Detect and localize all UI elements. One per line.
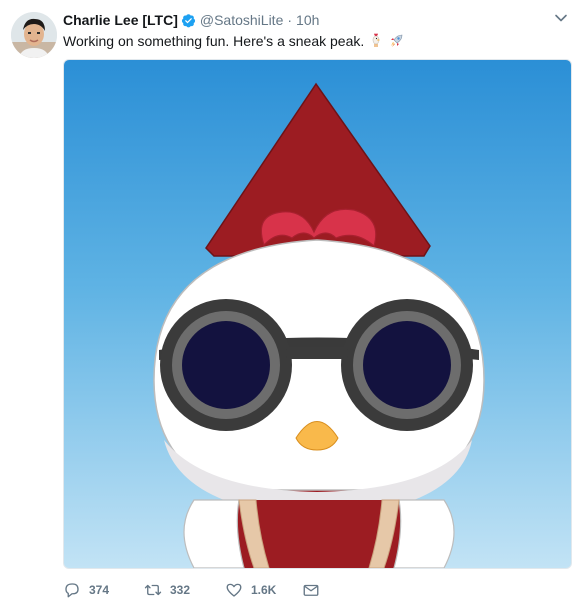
like-button[interactable]: 1.6K bbox=[225, 581, 276, 599]
chevron-down-icon[interactable] bbox=[554, 11, 568, 25]
retweet-button[interactable]: 332 bbox=[144, 581, 190, 599]
tweet: Charlie Lee [LTC] @SatoshiLite · 10h Wor… bbox=[0, 0, 580, 607]
tweet-text: Working on something fun. Here's a sneak… bbox=[63, 33, 365, 49]
retweet-icon bbox=[144, 584, 162, 596]
avatar[interactable] bbox=[11, 12, 57, 58]
display-name[interactable]: Charlie Lee [LTC] bbox=[63, 12, 178, 28]
chicken-rocket-illustration bbox=[153, 82, 485, 568]
direct-message-button[interactable] bbox=[302, 581, 320, 599]
reply-button[interactable]: 374 bbox=[63, 581, 109, 599]
user-handle[interactable]: @SatoshiLite bbox=[200, 12, 283, 28]
tweet-header: Charlie Lee [LTC] @SatoshiLite · 10h bbox=[63, 10, 540, 30]
chicken-icon bbox=[372, 33, 381, 47]
reply-icon bbox=[65, 583, 79, 598]
reply-count: 374 bbox=[89, 583, 110, 597]
tweet-image[interactable] bbox=[63, 59, 572, 569]
retweet-count: 332 bbox=[170, 583, 191, 597]
tweet-text-container: Working on something fun. Here's a sneak… bbox=[63, 32, 566, 50]
heart-icon bbox=[226, 583, 242, 597]
separator-dot: · bbox=[287, 12, 293, 28]
like-count: 1.6K bbox=[251, 583, 277, 597]
timestamp[interactable]: 10h bbox=[296, 12, 319, 28]
rocket-icon bbox=[391, 34, 403, 47]
verified-badge-icon bbox=[181, 13, 195, 27]
avatar-photo bbox=[11, 12, 57, 58]
envelope-icon bbox=[303, 584, 319, 596]
